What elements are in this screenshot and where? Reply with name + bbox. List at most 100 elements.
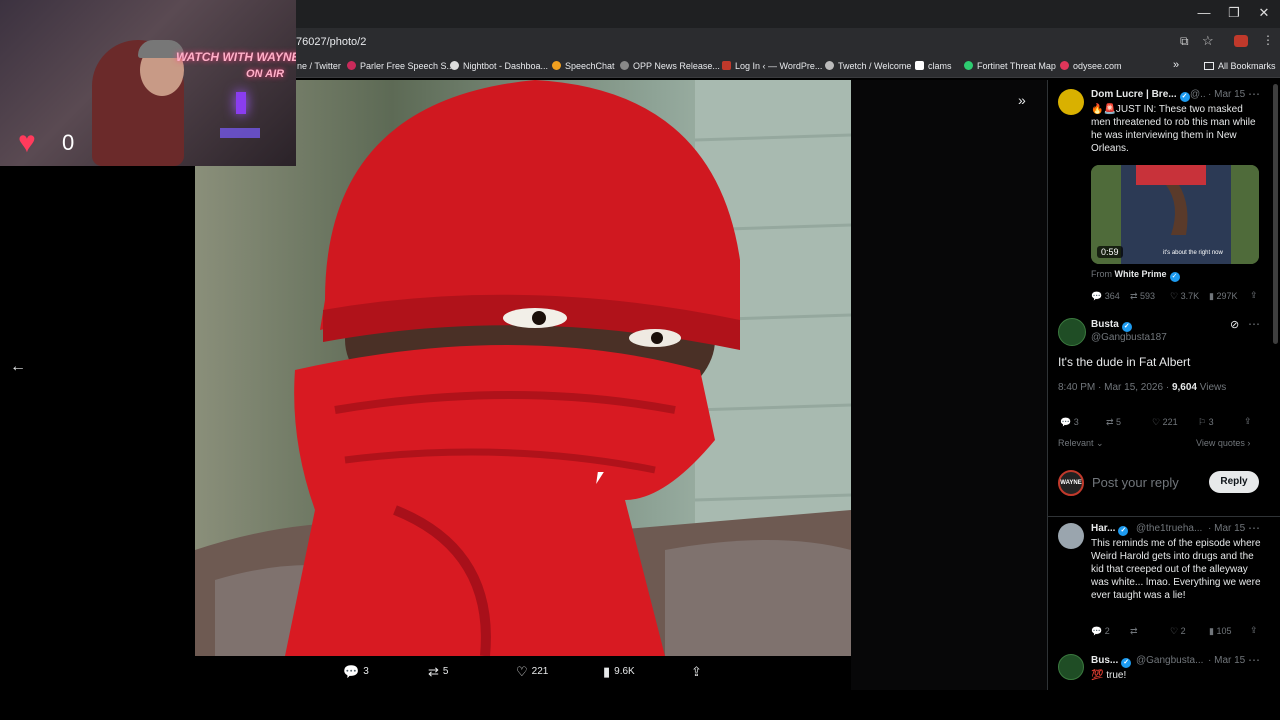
install-icon[interactable]: ⧉ xyxy=(1180,34,1189,49)
conversation-panel: Dom Lucre | Bre... ✓ @.. · Mar 15 ⋯ 🔥🚨JUS… xyxy=(1047,80,1280,690)
reply-replies[interactable]: 💬 2 xyxy=(1091,626,1110,637)
reply-action[interactable]: 💬 3 xyxy=(343,664,369,680)
bookmark-speechchat[interactable]: SpeechChat xyxy=(552,61,615,71)
tweet-handle[interactable]: @Gangbusta187 xyxy=(1091,332,1167,343)
bookmark-twitter[interactable]: ne / Twitter xyxy=(297,61,341,71)
share-action[interactable]: ⇪ xyxy=(691,664,706,680)
share-icon[interactable]: ⇪ xyxy=(1250,290,1258,301)
close-icon[interactable]: ✕ xyxy=(1254,5,1274,21)
bookmark-nightbot[interactable]: Nightbot - Dashboa... xyxy=(450,61,548,71)
heart-count: 0 xyxy=(62,130,75,155)
more-bookmarks-icon[interactable]: » xyxy=(1173,59,1179,71)
back-arrow-icon[interactable]: ← xyxy=(10,358,30,378)
more-icon[interactable]: ⋯ xyxy=(1248,653,1260,667)
repost-icon: ⇄ xyxy=(428,664,439,679)
menu-icon[interactable]: ⋮ xyxy=(1262,33,1274,47)
avatar[interactable] xyxy=(1058,318,1086,346)
tweet-timestamp[interactable]: 8:40 PM · Mar 15, 2026 · 9,604 Views xyxy=(1058,382,1226,393)
tweet-likes[interactable]: ♡ 221 xyxy=(1152,417,1178,428)
bookmark-clams[interactable]: clams xyxy=(915,61,952,71)
quoted-views[interactable]: ▮ 297K xyxy=(1209,291,1237,302)
bookmark-odysee[interactable]: odysee.com xyxy=(1060,61,1122,71)
reply-icon: 💬 xyxy=(343,664,360,679)
video-duration: 0:59 xyxy=(1097,246,1123,258)
reply-likes[interactable]: ♡ 2 xyxy=(1170,626,1186,637)
parler-icon xyxy=(347,61,356,70)
folder-icon xyxy=(1204,62,1214,70)
quoted-text: 🔥🚨JUST IN: These two masked men threaten… xyxy=(1091,104,1256,154)
reply-text: 💯 true! xyxy=(1091,670,1127,681)
views-action[interactable]: ▮ 9.6K xyxy=(603,664,635,680)
bookmark-twetch[interactable]: Twetch / Welcome xyxy=(825,61,911,71)
webcam-overlay: WATCH WITH WAYNE ON AIR ♥ 0 xyxy=(0,0,296,166)
grok-icon[interactable]: ⊘ xyxy=(1230,318,1239,331)
shield-icon xyxy=(964,61,973,70)
tweet-bookmarks[interactable]: ⚐ 3 xyxy=(1198,417,1214,428)
all-bookmarks[interactable]: All Bookmarks xyxy=(1204,61,1276,71)
heart-icon: ♡ xyxy=(516,664,528,679)
restore-icon[interactable]: ❐ xyxy=(1224,5,1244,21)
verified-icon: ✓ xyxy=(1169,272,1180,282)
url-text[interactable]: 76027/photo/2 xyxy=(296,36,366,48)
tweet-photo xyxy=(195,80,851,656)
verified-icon: ✓ xyxy=(1118,526,1129,536)
more-icon[interactable]: ⋯ xyxy=(1248,317,1260,331)
like-action[interactable]: ♡ 221 xyxy=(516,664,548,680)
quoted-author[interactable]: Dom Lucre | Bre... ✓ xyxy=(1091,89,1190,102)
reply-button[interactable]: Reply xyxy=(1209,471,1259,493)
tweet-author[interactable]: Busta ✓ xyxy=(1091,319,1132,332)
tweet-reposts[interactable]: ⇄ 5 xyxy=(1106,417,1121,428)
reply-date[interactable]: · Mar 15 xyxy=(1208,523,1245,534)
video-caption: it's about the right now xyxy=(1163,250,1223,256)
reply-text: This reminds me of the episode where Wei… xyxy=(1091,538,1261,601)
quoted-handle[interactable]: @.. xyxy=(1190,89,1206,100)
bookmark-fortinet[interactable]: Fortinet Threat Map xyxy=(964,61,1056,71)
scrollbar[interactable] xyxy=(1271,80,1280,690)
reply-repost[interactable]: ⇄ xyxy=(1130,626,1138,637)
scrollbar-thumb[interactable] xyxy=(1273,84,1278,344)
bar-chart-icon: ▮ xyxy=(603,664,611,679)
reply-date[interactable]: · Mar 15 xyxy=(1208,655,1245,666)
view-quotes-link[interactable]: View quotes › xyxy=(1196,438,1250,448)
heartbeat-icon: ♥ xyxy=(18,126,36,159)
sort-dropdown[interactable]: Relevant ⌄ xyxy=(1058,438,1104,449)
reply-handle[interactable]: @the1trueha... xyxy=(1136,523,1202,534)
tweet-replies[interactable]: 💬 3 xyxy=(1060,417,1079,428)
quoted-date[interactable]: · Mar 15 xyxy=(1208,89,1245,100)
reply-input[interactable]: Post your reply xyxy=(1092,475,1179,490)
expand-icon[interactable]: » xyxy=(1018,92,1026,108)
quoted-video[interactable]: 0:59 it's about the right now xyxy=(1091,165,1259,264)
bookmark-opp[interactable]: OPP News Release... xyxy=(620,61,720,71)
bookmark-wordpress[interactable]: Log In ‹ — WordPre... xyxy=(722,61,822,71)
reply-author[interactable]: Har... ✓ xyxy=(1091,523,1129,536)
dimmed-timeline xyxy=(851,80,1047,690)
extension-icon[interactable] xyxy=(1234,35,1248,47)
avatar[interactable] xyxy=(1058,654,1084,680)
avatar: WAYNE xyxy=(1058,470,1084,496)
avatar[interactable] xyxy=(1058,89,1084,115)
tweet-text: It's the dude in Fat Albert xyxy=(1058,355,1191,369)
quoted-reposts[interactable]: ⇄ 593 xyxy=(1130,291,1155,302)
nightbot-icon xyxy=(450,61,459,70)
more-icon[interactable]: ⋯ xyxy=(1248,87,1260,101)
star-icon[interactable]: ☆ xyxy=(1202,33,1214,49)
reply-views[interactable]: ▮ 105 xyxy=(1209,626,1231,637)
speechchat-icon xyxy=(552,61,561,70)
avatar[interactable] xyxy=(1058,523,1084,549)
share-icon[interactable]: ⇪ xyxy=(1250,625,1258,636)
verified-icon: ✓ xyxy=(1121,658,1132,668)
repost-action[interactable]: ⇄ 5 xyxy=(428,664,448,680)
reply-handle[interactable]: @Gangbusta... xyxy=(1136,655,1203,666)
bookmark-parler[interactable]: Parler Free Speech S... xyxy=(347,61,454,71)
quoted-likes[interactable]: ♡ 3.7K xyxy=(1170,291,1199,302)
twetch-icon xyxy=(825,61,834,70)
more-icon[interactable]: ⋯ xyxy=(1248,521,1260,535)
neon-on-air: ON AIR xyxy=(246,68,285,80)
quoted-replies[interactable]: 💬 364 xyxy=(1091,291,1120,302)
verified-icon: ✓ xyxy=(1179,92,1190,102)
from-attribution[interactable]: From White Prime ✓ xyxy=(1091,269,1180,282)
verified-icon: ✓ xyxy=(1121,322,1132,332)
reply-author[interactable]: Bus... ✓ xyxy=(1091,655,1132,668)
share-icon[interactable]: ⇪ xyxy=(1244,416,1252,427)
minimize-icon[interactable]: — xyxy=(1194,5,1214,20)
